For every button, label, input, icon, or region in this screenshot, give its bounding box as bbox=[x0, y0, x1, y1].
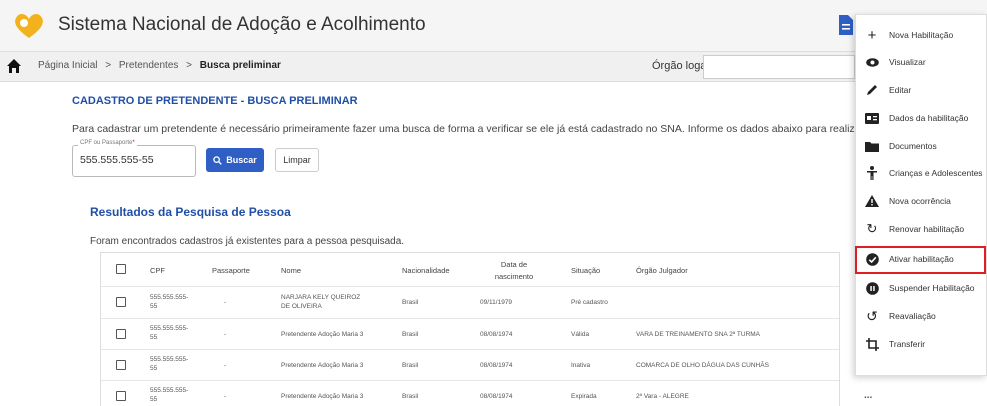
cell-passaporte: - bbox=[224, 331, 227, 338]
menu-item-dados-habilitacao[interactable]: Dados da habilitação bbox=[856, 105, 987, 132]
cpf-passaporte-label: CPF ou Passaporte* bbox=[78, 140, 137, 146]
select-all-checkbox[interactable] bbox=[116, 264, 126, 274]
column-header-situacao[interactable]: Situação bbox=[571, 266, 600, 275]
eye-icon bbox=[865, 55, 879, 69]
cell-data-nascimento: 08/08/1974 bbox=[480, 393, 513, 400]
plus-icon: + bbox=[867, 26, 877, 44]
column-header-nacionalidade[interactable]: Nacionalidade bbox=[402, 266, 450, 275]
menu-item-visualizar[interactable]: Visualizar bbox=[856, 49, 987, 76]
buscar-label: Buscar bbox=[226, 155, 257, 165]
row-checkbox[interactable] bbox=[116, 329, 126, 339]
app-title: Sistema Nacional de Adoção e Acolhimento bbox=[58, 14, 426, 35]
row-actions-menu-button[interactable]: ... bbox=[864, 390, 872, 401]
refresh-icon: ↻ bbox=[866, 221, 878, 236]
cell-nacionalidade: Brasil bbox=[402, 299, 419, 306]
table-divider bbox=[101, 286, 839, 287]
highlight-box bbox=[855, 246, 986, 274]
buscar-button[interactable]: Buscar bbox=[206, 148, 264, 172]
menu-item-editar[interactable]: Editar bbox=[856, 77, 987, 104]
cell-situacao: Expirada bbox=[571, 393, 597, 400]
id-card-icon bbox=[865, 111, 879, 125]
menu-item-reavaliacao[interactable]: ↺ Reavaliação bbox=[856, 303, 987, 330]
table-divider bbox=[101, 318, 839, 319]
cell-nome: Pretendente Adoção Maria 3 bbox=[281, 393, 364, 400]
breadcrumb-item-pretendentes[interactable]: Pretendentes bbox=[119, 60, 179, 71]
column-header-nome[interactable]: Nome bbox=[281, 266, 301, 275]
orgao-logado-select[interactable] bbox=[703, 55, 855, 79]
cell-passaporte: - bbox=[224, 299, 227, 306]
cell-nome: NARJARA KELY QUEIROZ DE OLIVEIRA bbox=[281, 294, 361, 310]
menu-item-nova-ocorrencia[interactable]: Nova ocorrência bbox=[856, 188, 987, 215]
cell-data-nascimento: 09/11/1979 bbox=[480, 299, 513, 306]
cell-orgao: VARA DE TREINAMENTO SNA 2ª TURMA bbox=[636, 331, 761, 338]
cpf-passaporte-value[interactable]: 555.555.555-55 bbox=[80, 154, 154, 166]
column-header-cpf[interactable]: CPF bbox=[150, 266, 165, 275]
cell-cpf: 555.555.555-55 bbox=[150, 356, 189, 372]
instruction-text: Para cadastrar um pretendente é necessár… bbox=[72, 123, 937, 135]
menu-item-renovar-habilitacao[interactable]: ↻ Renovar habilitação bbox=[856, 216, 987, 243]
menu-item-transferir[interactable]: Transferir bbox=[856, 331, 987, 358]
home-icon[interactable] bbox=[6, 58, 22, 74]
row-checkbox[interactable] bbox=[116, 391, 126, 401]
breadcrumb-separator: > bbox=[186, 60, 193, 71]
row-checkbox[interactable] bbox=[116, 297, 126, 307]
pencil-icon bbox=[865, 83, 879, 97]
pause-circle-icon bbox=[865, 281, 879, 295]
breadcrumb-separator: > bbox=[105, 60, 112, 71]
results-subtitle: Foram encontrados cadastros já existente… bbox=[90, 236, 405, 247]
cell-orgao: 2ª Vara - ALEGRE bbox=[636, 393, 689, 400]
cell-situacao: Inativa bbox=[571, 362, 591, 369]
cell-data-nascimento: 08/08/1974 bbox=[480, 331, 513, 338]
cell-passaporte: - bbox=[224, 362, 227, 369]
cell-orgao: COMARCA DE OLHO DÁGUA DAS CUNHÃS bbox=[636, 362, 769, 369]
cell-data-nascimento: 08/08/1974 bbox=[480, 362, 513, 369]
column-header-data-nascimento[interactable]: Data de nascimento bbox=[492, 259, 536, 283]
menu-item-suspender-habilitacao[interactable]: Suspender Habilitação bbox=[856, 275, 987, 302]
cell-nome: Pretendente Adoção Maria 3 bbox=[281, 331, 364, 338]
cell-cpf: 555.555.555-55 bbox=[150, 387, 189, 403]
page-title: CADASTRO DE PRETENDENTE - BUSCA PRELIMIN… bbox=[72, 95, 358, 107]
folder-icon bbox=[865, 139, 879, 153]
menu-item-nova-habilitacao[interactable]: + Nova Habilitação bbox=[856, 22, 987, 49]
child-icon bbox=[865, 166, 879, 180]
heart-logo-icon[interactable] bbox=[12, 12, 46, 40]
document-icon[interactable] bbox=[838, 14, 854, 36]
cell-passaporte: - bbox=[224, 393, 227, 400]
cell-cpf: 555.555.555-55 bbox=[150, 294, 189, 310]
table-divider bbox=[101, 380, 839, 381]
results-table bbox=[100, 252, 840, 406]
cell-nome: Pretendente Adoção Maria 3 bbox=[281, 362, 364, 369]
cell-nacionalidade: Brasil bbox=[402, 331, 419, 338]
column-header-orgao-julgador[interactable]: Órgão Julgador bbox=[636, 266, 688, 275]
breadcrumb: Página Inicial > Pretendentes > Busca pr… bbox=[38, 60, 281, 71]
row-checkbox[interactable] bbox=[116, 360, 126, 370]
table-divider bbox=[101, 349, 839, 350]
column-header-passaporte[interactable]: Passaporte bbox=[212, 266, 250, 275]
transfer-icon bbox=[865, 337, 879, 351]
limpar-label: Limpar bbox=[283, 155, 311, 165]
breadcrumb-item-current: Busca preliminar bbox=[199, 60, 281, 71]
cell-situacao: Pré cadastro bbox=[571, 299, 608, 306]
redo-icon: ↺ bbox=[866, 307, 878, 324]
cell-situacao: Válida bbox=[571, 331, 590, 338]
results-title: Resultados da Pesquisa de Pessoa bbox=[90, 205, 291, 219]
warning-icon bbox=[865, 194, 879, 208]
cell-cpf: 555.555.555-55 bbox=[150, 325, 189, 341]
limpar-button[interactable]: Limpar bbox=[275, 148, 319, 172]
search-icon bbox=[213, 155, 223, 165]
breadcrumb-item-home[interactable]: Página Inicial bbox=[38, 60, 97, 71]
cell-nacionalidade: Brasil bbox=[402, 362, 419, 369]
menu-item-documentos[interactable]: Documentos bbox=[856, 133, 987, 160]
menu-item-criancas-adolescentes[interactable]: Crianças e Adolescentes bbox=[856, 160, 987, 187]
cell-nacionalidade: Brasil bbox=[402, 393, 419, 400]
